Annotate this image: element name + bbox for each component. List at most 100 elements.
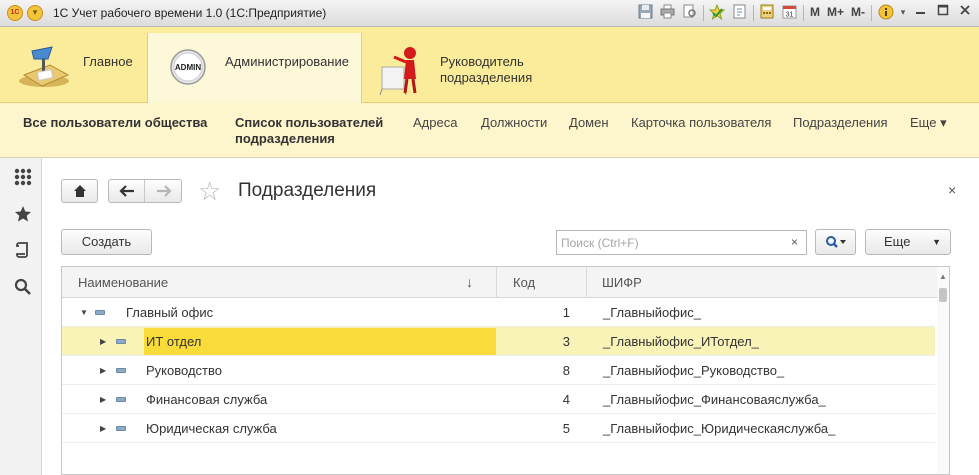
folder-node-icon — [116, 426, 126, 431]
cell-name: Юридическая служба — [146, 421, 277, 436]
section-label-department-head: Руководитель подразделения — [440, 54, 533, 85]
tools-panel — [0, 158, 42, 475]
section-label-administration: Администрирование — [225, 54, 349, 69]
close-form-icon[interactable]: × — [948, 182, 956, 198]
cell-cipher: _Главныйофис_ — [603, 305, 701, 320]
main-menu-dropdown-icon[interactable]: ▾ — [27, 5, 43, 21]
add-to-favorites-icon[interactable] — [709, 3, 726, 21]
cell-cipher: _Главныйофис_Финансоваяслужба_ — [603, 392, 826, 407]
admin-badge-icon: ADMIN — [169, 48, 207, 89]
toolbar-separator — [702, 4, 704, 21]
cell-cipher: _Главныйофис_Руководство_ — [603, 363, 785, 378]
search-options-button[interactable] — [815, 229, 856, 255]
memory-button[interactable]: M — [809, 4, 821, 21]
presenter-figure-icon — [376, 43, 428, 98]
arrow-right-icon — [157, 185, 172, 197]
more-actions-button[interactable]: Еще ▼ — [865, 229, 951, 255]
sections-panel: Главное ADMIN Администрирование Руководи… — [0, 27, 979, 104]
app-logo-icon[interactable]: 1C — [7, 5, 23, 21]
nav-all-users[interactable]: Все пользователи общества — [23, 115, 207, 131]
section-administration[interactable]: ADMIN Администрирование — [147, 33, 362, 104]
more-actions-label: Еще — [884, 234, 911, 249]
expand-arrow-icon[interactable]: ▶ — [100, 414, 106, 443]
create-button[interactable]: Создать — [61, 229, 152, 255]
save-icon[interactable] — [637, 4, 654, 21]
column-separator — [496, 267, 497, 298]
home-button[interactable] — [61, 179, 98, 203]
back-button[interactable] — [109, 180, 145, 202]
toolbar-separator — [871, 4, 872, 21]
svg-text:31: 31 — [786, 12, 794, 19]
favorites-star-icon[interactable] — [13, 205, 33, 225]
clear-search-icon[interactable]: × — [783, 230, 807, 255]
toolbar-separator — [802, 4, 804, 21]
vertical-scrollbar[interactable]: ▲ — [937, 267, 949, 474]
toolbar-separator — [752, 4, 754, 21]
cell-cipher: _Главныйофис_ИТотдел_ — [603, 334, 759, 349]
info-icon[interactable] — [877, 4, 894, 21]
column-header-name[interactable]: Наименование — [78, 267, 168, 298]
table-row[interactable]: ▶ Руководство 8 _Главныйофис_Руководство… — [62, 356, 935, 385]
nav-addresses[interactable]: Адреса — [413, 115, 457, 131]
memory-minus-button[interactable]: M- — [850, 4, 866, 21]
section-department-head[interactable]: Руководитель подразделения — [362, 33, 582, 103]
nav-user-card[interactable]: Карточка пользователя — [631, 115, 771, 131]
svg-text:ADMIN: ADMIN — [175, 63, 201, 72]
cell-name: ИТ отдел — [146, 334, 202, 349]
history-icon[interactable] — [13, 241, 33, 261]
sort-indicator-icon[interactable]: ↓ — [466, 267, 473, 298]
print-icon[interactable] — [659, 4, 676, 21]
apps-grid-icon[interactable] — [13, 168, 33, 188]
info-dropdown-icon[interactable]: ▾ — [899, 4, 907, 21]
table-row[interactable]: ▼ Главный офис 1 _Главныйофис_ — [62, 298, 935, 327]
cell-code: 8 — [562, 363, 570, 378]
nav-positions[interactable]: Должности — [481, 115, 547, 131]
expand-arrow-icon[interactable]: ▶ — [100, 385, 106, 414]
expand-arrow-icon[interactable]: ▶ — [100, 327, 106, 356]
table-row-selected[interactable]: ▶ ИТ отдел 3 _Главныйофис_ИТотдел_ — [62, 327, 935, 356]
window-title: 1С Учет рабочего времени 1.0 (1С:Предпри… — [53, 6, 327, 20]
arrow-left-icon — [118, 185, 134, 197]
table-row[interactable]: ▶ Финансовая служба 4 _Главныйофис_Финан… — [62, 385, 935, 414]
cell-code: 4 — [562, 392, 570, 407]
nav-departments[interactable]: Подразделения — [793, 115, 888, 131]
nav-department-users[interactable]: Список пользователей подразделения — [235, 115, 395, 147]
favorite-star-icon[interactable]: ☆ — [198, 178, 221, 204]
magnifier-icon — [825, 236, 846, 248]
preview-icon[interactable] — [681, 4, 698, 21]
memory-plus-button[interactable]: M+ — [826, 4, 845, 21]
title-toolbar: 31 M M+ M- ▾ — [637, 3, 973, 21]
departments-table[interactable]: Наименование ↓ Код ШИФР ▼ Главный офис 1… — [61, 266, 950, 475]
home-icon — [73, 185, 86, 197]
section-main[interactable]: Главное — [0, 33, 147, 103]
cell-code: 5 — [562, 421, 570, 436]
page-title: Подразделения — [238, 180, 377, 201]
link-icon[interactable] — [731, 4, 748, 21]
folder-node-icon — [95, 310, 105, 315]
expand-arrow-icon[interactable]: ▶ — [100, 356, 106, 385]
collapse-arrow-icon[interactable]: ▼ — [80, 298, 88, 327]
search-input[interactable]: Поиск (Ctrl+F) — [556, 230, 784, 255]
forward-button[interactable] — [146, 180, 182, 202]
cell-name: Финансовая служба — [146, 392, 268, 407]
minimize-icon[interactable] — [912, 4, 929, 21]
cell-code: 1 — [562, 305, 570, 320]
scrollbar-thumb[interactable] — [939, 288, 947, 302]
column-header-cipher[interactable]: ШИФР — [602, 267, 642, 298]
table-row[interactable]: ▶ Юридическая служба 5 _Главныйофис_Юрид… — [62, 414, 935, 443]
column-header-code[interactable]: Код — [513, 267, 535, 298]
close-window-icon[interactable] — [956, 4, 973, 21]
function-panel: Все пользователи общества Список пользов… — [0, 103, 979, 158]
maximize-icon[interactable] — [934, 4, 951, 21]
search-icon[interactable] — [13, 278, 33, 298]
history-nav-group — [108, 179, 182, 203]
nav-more-dropdown[interactable]: Еще ▾ — [910, 115, 947, 131]
cell-cipher: _Главныйофис_Юридическаяслужба_ — [603, 421, 836, 436]
calendar-icon[interactable]: 31 — [781, 4, 798, 21]
cell-code: 3 — [562, 334, 570, 349]
chevron-down-icon: ▼ — [932, 237, 941, 247]
section-label-main: Главное — [83, 54, 133, 69]
scroll-up-icon[interactable]: ▲ — [939, 272, 947, 281]
calculator-icon[interactable] — [759, 4, 776, 21]
nav-domain[interactable]: Домен — [569, 115, 609, 131]
